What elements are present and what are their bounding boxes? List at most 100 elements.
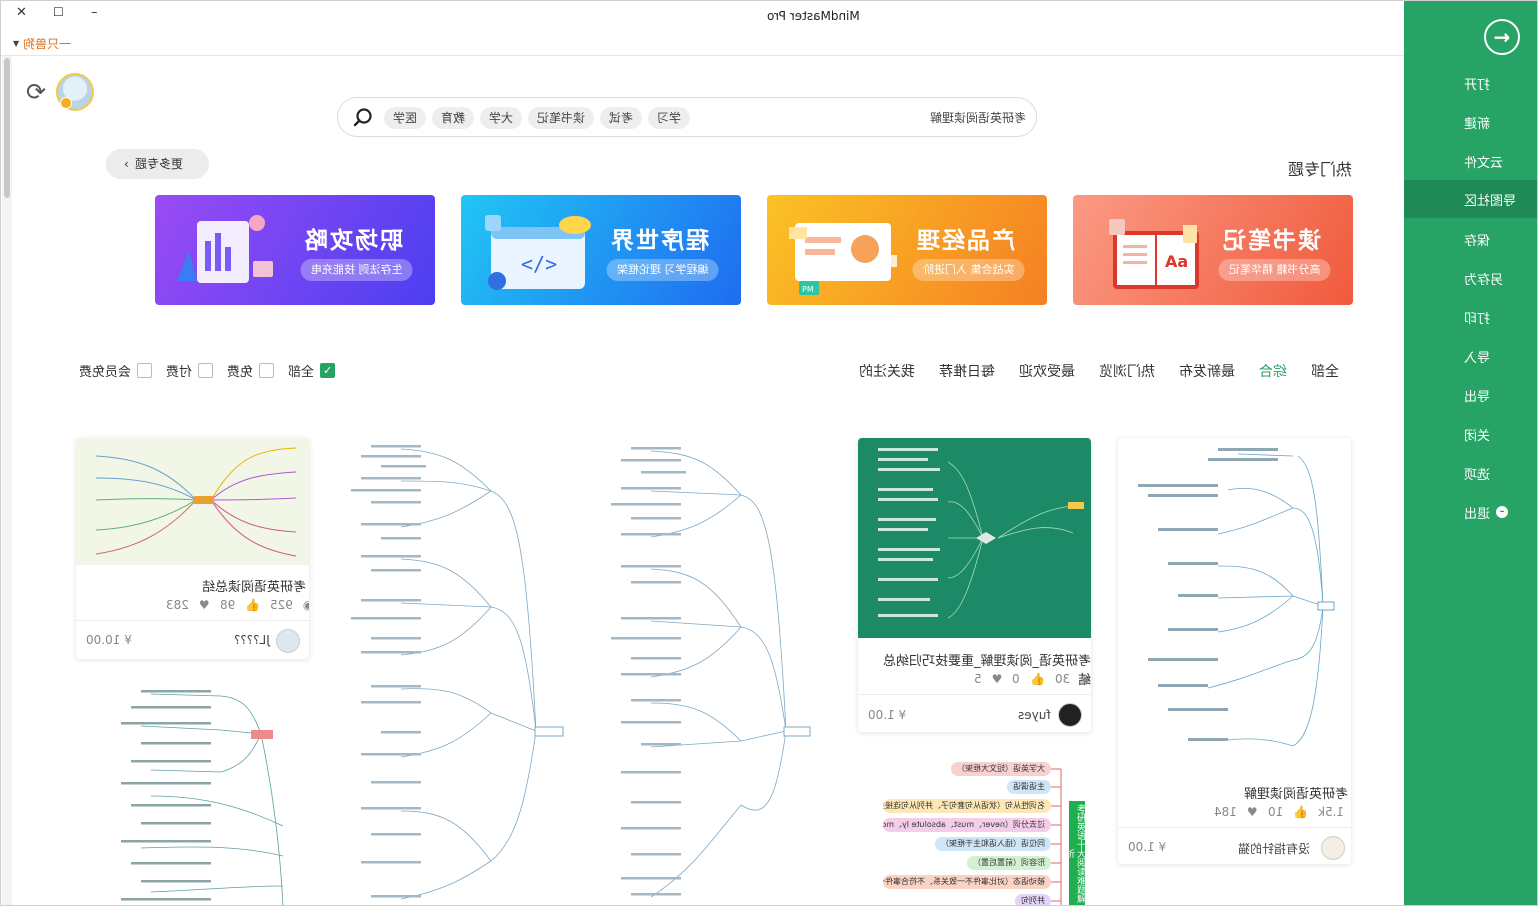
search-bar[interactable]: 医学 教育 大学 读书笔记 考试 学习 考研英语阅读理解 xyxy=(337,97,1037,137)
checkbox-paid[interactable]: 付费 xyxy=(166,361,214,380)
mindmap-thumbnail-partial[interactable]: 考研英语十大阅读难题解析 大学英语（短文大框架） 主语谓语 名词性从句（状语从句… xyxy=(881,759,1091,905)
user-menu[interactable]: ▼ 一只兽狗 xyxy=(13,35,71,52)
map-node: 形容词（前置后置） xyxy=(967,856,1051,870)
sidebar-item-save[interactable]: 保存 xyxy=(1404,220,1537,258)
banner-subtitle: 编程学习 理论框架 xyxy=(607,259,719,281)
topic-banner-programming[interactable]: </> 程序世界 编程学习 理论框架 xyxy=(461,195,741,305)
thumb-up-icon: 👍 xyxy=(244,598,260,612)
sidebar-item-label: 选项 xyxy=(1464,467,1491,483)
banner-title: 职场攻略 xyxy=(303,228,403,254)
sidebar-item-print[interactable]: 打印 xyxy=(1404,298,1537,336)
checkbox-free[interactable]: 免费 xyxy=(227,361,275,380)
exit-icon: – xyxy=(1496,506,1509,518)
search-tag[interactable]: 读书笔记 xyxy=(528,107,595,129)
topic-banner-product[interactable]: PM 产品经理 实战合集 入门进阶 xyxy=(767,195,1047,305)
checkbox-box[interactable] xyxy=(137,363,153,378)
search-tag[interactable]: 学习 xyxy=(648,107,691,129)
checkbox-member-free[interactable]: 会员免费 xyxy=(79,361,153,380)
card-stats: 184♥ 10👍 1.5k◉ xyxy=(1214,805,1351,819)
card-thumbnail xyxy=(1118,438,1351,768)
tab-following[interactable]: 我关注的 xyxy=(859,361,915,381)
checkbox-all[interactable]: 全部 ✓ xyxy=(288,361,336,380)
map-card[interactable]: 考研英语_阅读理解_重要技巧归纳总结 5 ♥ 0 👍 30 ◉ ¥ 1.00 fuye… xyxy=(858,438,1091,732)
banner-title: 产品经理 xyxy=(915,228,1015,254)
checkbox-label: 全部 xyxy=(288,365,315,380)
map-center-node: 考研英语十大阅读难题解析 xyxy=(1069,801,1085,905)
sidebar-item-import[interactable]: 导入 xyxy=(1404,337,1537,375)
sidebar-item-cloud[interactable]: 云文件 xyxy=(1404,142,1537,180)
sidebar-item-new[interactable]: 新建 xyxy=(1404,103,1537,141)
minimize-window-button[interactable]: – xyxy=(91,5,98,20)
tab-daily-recommend[interactable]: 每日推荐 xyxy=(939,361,995,381)
search-tag[interactable]: 考试 xyxy=(600,107,643,129)
search-tag[interactable]: 医学 xyxy=(384,107,427,129)
sidebar-item-label: 新建 xyxy=(1464,116,1491,132)
tab-most-liked[interactable]: 最受欢迎 xyxy=(1019,361,1075,381)
vip-badge-icon xyxy=(60,97,72,109)
map-node: 被动语态（对比事件不一致关系、不符合事件一致关系） xyxy=(883,875,1051,889)
like-count: 0 xyxy=(1012,672,1021,686)
fav-count: 5 xyxy=(974,672,982,686)
heart-icon: ♥ xyxy=(991,672,1003,686)
checkbox-box[interactable] xyxy=(198,363,214,378)
card-divider xyxy=(858,694,1091,695)
mindmap-thumbnail[interactable] xyxy=(101,686,291,906)
sidebar-item-options[interactable]: 选项 xyxy=(1404,454,1537,492)
heart-icon: ♥ xyxy=(1246,805,1258,819)
sidebar-item-exit[interactable]: 退出 – xyxy=(1404,493,1537,531)
user-name: 一只兽狗 xyxy=(23,37,72,51)
banner-title: 程序世界 xyxy=(609,228,709,254)
search-icon[interactable] xyxy=(352,107,374,129)
sidebar-item-save-as[interactable]: 另存为 xyxy=(1404,259,1537,297)
top-divider xyxy=(1,55,1404,56)
topic-banner-reading[interactable]: Aa 读书笔记 高分书籍 精华笔记 xyxy=(1073,195,1353,305)
checkmark-icon[interactable]: ✓ xyxy=(320,363,336,378)
card-price: ¥ 1.00 xyxy=(868,708,907,722)
map-card[interactable]: 考研英语阅读理解 184♥ 10👍 1.5k◉ ¥ 1.00 没有指针的猫 xyxy=(1118,438,1351,864)
maximize-window-button[interactable]: ☐ xyxy=(53,5,64,19)
card-title: 考研英语阅读总结 xyxy=(202,580,307,595)
fav-count: 184 xyxy=(1214,805,1237,819)
author-avatar xyxy=(1321,836,1345,860)
map-node: 主语谓语 xyxy=(1007,780,1051,794)
tab-comprehensive[interactable]: 综合 xyxy=(1259,361,1287,381)
sidebar-item-label: 导入 xyxy=(1464,350,1491,366)
user-avatar[interactable] xyxy=(56,73,94,111)
back-arrow-icon[interactable]: → xyxy=(1484,19,1520,55)
view-count: 925 xyxy=(269,598,293,612)
close-window-button[interactable]: ✕ xyxy=(16,5,27,20)
card-thumbnail xyxy=(858,438,1091,638)
mindmap-thumbnail[interactable] xyxy=(341,441,571,906)
topic-banner-career[interactable]: 职场攻略 生存法则 技能充电 xyxy=(155,195,435,305)
sidebar-item-label: 关闭 xyxy=(1464,428,1491,444)
title-bar: ✕ ☐ – MindMaster Pro xyxy=(1,1,1404,31)
sidebar-item-close[interactable]: 关闭 xyxy=(1404,415,1537,453)
sidebar-item-export[interactable]: 导出 xyxy=(1404,376,1537,414)
search-tag[interactable]: 大学 xyxy=(480,107,523,129)
card-divider xyxy=(1118,827,1351,828)
search-input[interactable]: 考研英语阅读理解 xyxy=(930,109,1026,126)
scrollbar-thumb[interactable] xyxy=(4,58,10,198)
view-count: 1.5k xyxy=(1317,805,1344,819)
sidebar-item-open[interactable]: 打开 xyxy=(1404,64,1537,102)
refresh-icon[interactable]: ⟳ xyxy=(23,79,49,105)
thumb-up-icon: 👍 xyxy=(1292,805,1308,819)
sidebar-item-label: 云文件 xyxy=(1464,155,1504,171)
tab-all[interactable]: 全部 xyxy=(1311,361,1339,381)
sidebar-item-label: 导图社区 xyxy=(1464,193,1517,209)
app-window: ✕ ☐ – MindMaster Pro ▼ 一只兽狗 → 打开 新建 云文件 … xyxy=(0,0,1538,906)
window-title: MindMaster Pro xyxy=(767,9,860,23)
checkbox-box[interactable] xyxy=(259,363,275,378)
like-count: 10 xyxy=(1267,805,1283,819)
presentation-board-icon: PM xyxy=(789,223,897,295)
map-card[interactable]: 考研英语阅读总结 283 ♥ 98 👍 925 ◉ ¥ 10.00 JL???? xyxy=(76,438,309,659)
sidebar-item-community[interactable]: 导图社区 xyxy=(1404,180,1537,218)
card-price: ¥ 10.00 xyxy=(86,633,132,647)
card-stats: 5 ♥ 0 👍 30 ◉ xyxy=(974,672,1091,686)
mindmap-thumbnail[interactable] xyxy=(601,441,831,906)
tab-newest[interactable]: 最新发布 xyxy=(1179,361,1235,381)
search-tag[interactable]: 教育 xyxy=(432,107,475,129)
more-topics-button[interactable]: ‹ 更多专题 xyxy=(106,149,209,179)
vertical-scrollbar[interactable] xyxy=(2,56,12,905)
tab-hot-views[interactable]: 热门浏览 xyxy=(1099,361,1155,381)
